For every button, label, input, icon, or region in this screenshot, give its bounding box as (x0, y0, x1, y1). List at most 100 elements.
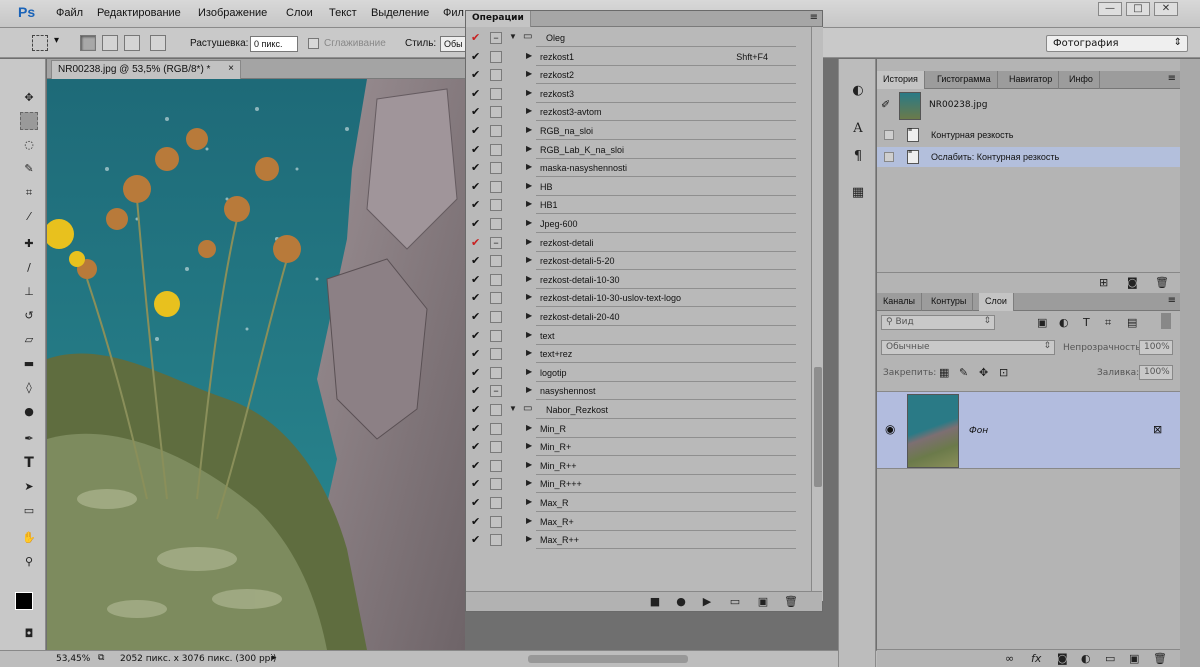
dialog-toggle-icon[interactable] (490, 87, 502, 100)
adjustment-layer-icon[interactable]: ◐ (1081, 652, 1091, 665)
document-tab[interactable]: NR00238.jpg @ 53,5% (RGB/8*) * × (51, 60, 241, 79)
tab-layers[interactable]: Слои (979, 293, 1014, 311)
move-tool-icon[interactable]: ✥ (20, 89, 38, 107)
action-row[interactable]: ✔ ▶ Min_R (466, 420, 810, 438)
minimize-icon[interactable]: — (1098, 2, 1122, 16)
toggle-check-icon[interactable]: ✔ (471, 143, 483, 156)
healing-brush-icon[interactable]: ✚ (20, 235, 38, 253)
document-canvas[interactable] (47, 79, 465, 650)
toggle-check-icon[interactable]: ✔ (471, 87, 483, 100)
expand-right-icon[interactable]: ▶ (526, 69, 532, 78)
shape-tool-icon[interactable]: ▭ (20, 502, 38, 520)
action-set-row[interactable]: ✔ − ▼ ▭ Oleg (466, 29, 810, 47)
menu-type[interactable]: Текст (329, 7, 357, 19)
antialias-checkbox[interactable] (308, 38, 319, 49)
action-row[interactable]: ✔ ▶ logotip (466, 364, 810, 382)
expand-right-icon[interactable]: ▶ (526, 237, 532, 246)
dialog-toggle-icon[interactable] (490, 311, 502, 323)
dialog-toggle-icon[interactable] (490, 478, 502, 491)
expand-right-icon[interactable]: ▶ (526, 534, 532, 543)
toggle-check-icon[interactable]: ✔ (471, 180, 483, 193)
tab-actions[interactable]: Операции (466, 11, 531, 27)
toggle-check-icon[interactable]: ✔ (471, 310, 483, 323)
toggle-check-icon[interactable]: ✔ (471, 347, 483, 360)
expand-right-icon[interactable]: ▶ (526, 385, 532, 394)
dialog-toggle-icon[interactable] (490, 422, 502, 435)
brush-tool-icon[interactable]: / (20, 259, 38, 277)
action-row[interactable]: ✔ ▶ text+rez (466, 345, 810, 364)
tab-histogram[interactable]: Гистограмма (931, 71, 998, 89)
dialog-toggle-icon[interactable] (490, 292, 502, 305)
filter-adjustment-icon[interactable]: ◐ (1059, 316, 1069, 329)
toggle-check-icon[interactable]: ✔ (471, 291, 483, 304)
filter-type-icon[interactable]: T (1083, 316, 1090, 329)
toggle-check-icon[interactable]: ✔ (471, 384, 483, 397)
expand-right-icon[interactable]: ▶ (526, 199, 532, 208)
dialog-toggle-icon[interactable] (490, 404, 502, 416)
expand-down-icon[interactable]: ▼ (509, 404, 517, 413)
toggle-check-icon[interactable]: ✔ (471, 217, 483, 230)
history-panel-icon[interactable]: ◐ (848, 81, 868, 101)
toggle-check-icon[interactable]: ✔ (471, 31, 483, 44)
layer-row[interactable]: ◉ Фон ⊠ (877, 391, 1180, 469)
action-row[interactable]: ✔ ▶ rezkost3-avtom (466, 103, 810, 122)
layer-name[interactable]: Фон (969, 426, 988, 436)
toggle-check-icon[interactable]: ✔ (471, 68, 483, 81)
record-icon[interactable]: ● (674, 595, 688, 608)
toggle-check-icon[interactable]: ✔ (471, 273, 483, 286)
action-row[interactable]: ✔ ▶ RGB_na_sloi (466, 122, 810, 140)
panel-menu-icon[interactable]: ≡ (1168, 73, 1176, 84)
action-row[interactable]: ✔ ▶ Min_R+++ (466, 475, 810, 494)
history-step-selected[interactable]: ≡ Ослабить: Контурная резкость (877, 147, 1180, 167)
stop-icon[interactable]: ■ (648, 595, 662, 608)
toggle-check-icon[interactable]: ✔ (471, 105, 483, 118)
dialog-toggle-icon[interactable] (490, 69, 502, 82)
tab-info[interactable]: Инфо (1063, 71, 1100, 89)
new-action-icon[interactable]: ▣ (756, 595, 770, 608)
paragraph-panel-icon[interactable]: ¶ (848, 147, 868, 167)
panel-menu-icon[interactable]: ≡ (1168, 295, 1176, 306)
dialog-toggle-icon[interactable] (490, 162, 502, 175)
dialog-toggle-icon[interactable] (490, 534, 502, 547)
expand-right-icon[interactable]: ▶ (526, 367, 532, 376)
action-row[interactable]: ✔ − ▶ rezkost-detali (466, 234, 810, 252)
menu-filter[interactable]: Фил (443, 7, 464, 19)
action-row[interactable]: ✔ ▶ rezkost-detali-10-30 (466, 271, 810, 289)
dialog-toggle-icon[interactable] (490, 366, 502, 379)
new-layer-icon[interactable]: ▣ (1129, 652, 1139, 665)
new-set-icon[interactable]: ▭ (728, 595, 742, 608)
trash-icon[interactable]: 🗑 (1153, 652, 1167, 665)
3d-panel-icon[interactable]: ▦ (848, 183, 868, 203)
action-row[interactable]: ✔ ▶ RGB_Lab_K_na_sloi (466, 141, 810, 159)
panel-menu-icon[interactable]: ≡ (810, 12, 818, 23)
expand-right-icon[interactable]: ▶ (526, 51, 532, 60)
action-row[interactable]: ✔ ▶ rezkost-detali-5-20 (466, 252, 810, 271)
play-icon[interactable]: ▶ (700, 595, 714, 608)
expand-right-icon[interactable]: ▶ (526, 497, 532, 506)
new-group-icon[interactable]: ▭ (1105, 652, 1115, 665)
blend-mode-select[interactable]: Обычные ⇕ (881, 340, 1055, 355)
toggle-check-icon[interactable]: ✔ (471, 440, 483, 453)
path-select-icon[interactable]: ➤ (20, 478, 38, 496)
history-step[interactable]: ≡ Контурная резкость (877, 125, 1180, 145)
expand-right-icon[interactable]: ▶ (526, 423, 532, 432)
menu-edit[interactable]: Редактирование (97, 7, 181, 19)
toggle-check-icon[interactable]: ✔ (471, 477, 483, 490)
clone-stamp-icon[interactable]: ⊥ (20, 283, 38, 301)
menu-image[interactable]: Изображение (198, 7, 267, 19)
zoom-level[interactable]: 53,45% (56, 654, 90, 664)
action-row[interactable]: ✔ ▶ rezkost-detali-20-40 (466, 308, 810, 326)
expand-right-icon[interactable]: ▶ (526, 255, 532, 264)
dialog-toggle-icon[interactable] (490, 180, 502, 193)
dialog-toggle-icon[interactable] (490, 329, 502, 342)
foreground-color-swatch[interactable] (15, 592, 33, 610)
tab-paths[interactable]: Контуры (925, 293, 974, 311)
character-panel-icon[interactable]: A (848, 119, 868, 139)
action-row[interactable]: ✔ ▶ Min_R++ (466, 457, 810, 475)
dialog-toggle-icon[interactable]: − (490, 32, 502, 44)
history-brush-checkbox[interactable] (884, 152, 894, 162)
eye-icon[interactable]: ◉ (885, 422, 895, 436)
workspace-select[interactable]: Фотография ⇕ (1046, 35, 1188, 52)
history-brush-checkbox[interactable] (884, 130, 894, 140)
dialog-toggle-icon[interactable] (490, 199, 502, 212)
